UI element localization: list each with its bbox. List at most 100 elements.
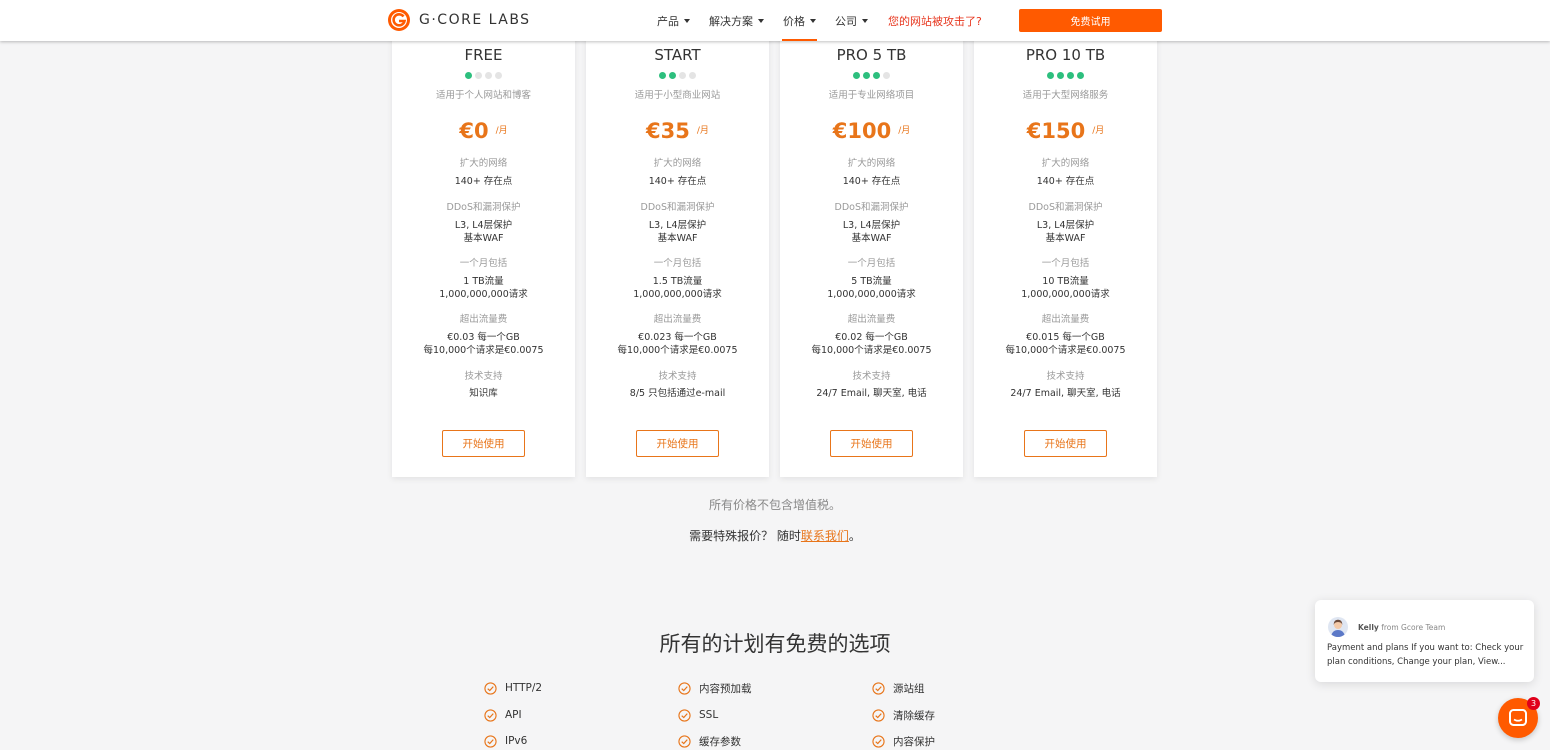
plan-card-start: START 适用于小型商业网站 €35 /月 扩大的网络 140+ 存在点 DD… xyxy=(586,0,769,477)
included-label: 一个月包括 xyxy=(1041,258,1090,269)
chat-message: Payment and plans If you want to: Check … xyxy=(1327,643,1524,667)
plan-card-free: FREE 适用于个人网站和博客 €0 /月 扩大的网络 140+ 存在点 DDo… xyxy=(392,0,575,477)
network-value: 140+ 存在点 xyxy=(454,176,513,187)
support-value: 24/7 Email, 聊天室, 电话 xyxy=(1010,388,1121,399)
free-trial-button[interactable]: 免费试用 xyxy=(1019,9,1162,32)
free-option-label: SSL xyxy=(699,709,719,721)
free-option-item: 清除缓存 xyxy=(872,708,935,722)
contact-line: 需要特殊报价？ 随时联系我们。 xyxy=(0,527,1550,544)
start-button[interactable]: 开始使用 xyxy=(636,430,719,457)
nav-solutions-label: 解决方案 xyxy=(709,14,753,28)
price-value: €35 xyxy=(646,119,690,143)
plan-price: €0 /月 xyxy=(392,118,575,144)
level-dot xyxy=(873,72,880,79)
nav-pricing[interactable]: 价格 xyxy=(782,0,817,41)
chevron-down-icon xyxy=(758,18,764,23)
contact-us-link[interactable]: 联系我们 xyxy=(801,529,849,543)
check-circle-icon xyxy=(872,734,885,748)
free-option-item: API xyxy=(484,708,522,722)
network-label: 扩大的网络 xyxy=(653,158,702,169)
check-circle-icon xyxy=(678,734,691,748)
support-label: 技术支持 xyxy=(464,371,503,382)
start-button[interactable]: 开始使用 xyxy=(830,430,913,457)
free-option-label: 源站组 xyxy=(893,682,925,695)
nav-solutions[interactable]: 解决方案 xyxy=(709,0,764,41)
price-unit: /月 xyxy=(495,126,508,136)
plan-card-pro-10tb: PRO 10 TB 适用于大型网络服务 €150 /月 扩大的网络 140+ 存… xyxy=(974,0,1157,477)
level-dot xyxy=(669,72,676,79)
gcore-logo-icon xyxy=(388,9,410,31)
overage-value-2: 每10,000个请求是€0.0075 xyxy=(811,345,932,356)
contact-suffix: 。 xyxy=(848,529,861,543)
network-label: 扩大的网络 xyxy=(459,158,508,169)
ddos-value-1: L3, L4层保护 xyxy=(454,220,513,231)
level-dot xyxy=(689,72,696,79)
chevron-down-icon xyxy=(810,18,816,23)
overage-value-1: €0.03 每一个GB xyxy=(447,332,520,343)
nav-company[interactable]: 公司 xyxy=(835,0,868,41)
price-value: €100 xyxy=(832,119,892,143)
agent-avatar xyxy=(1328,617,1348,637)
level-dot xyxy=(863,72,870,79)
level-dot xyxy=(1077,72,1084,79)
level-dot xyxy=(485,72,492,79)
ddos-value-1: L3, L4层保护 xyxy=(842,220,901,231)
logo-text: G·CORE LABS xyxy=(419,12,531,28)
included-value-2: 1,000,000,000请求 xyxy=(1021,289,1110,300)
support-label: 技术支持 xyxy=(1046,371,1085,382)
nav-products[interactable]: 产品 xyxy=(657,0,690,41)
included-value-2: 1,000,000,000请求 xyxy=(439,289,528,300)
nav-pricing-label: 价格 xyxy=(783,14,805,28)
level-dot xyxy=(1047,72,1054,79)
included-label: 一个月包括 xyxy=(459,258,508,269)
overage-value-2: 每10,000个请求是€0.0075 xyxy=(617,345,738,356)
contact-prefix: 需要特殊报价？ 随时 xyxy=(689,529,801,543)
check-circle-icon xyxy=(484,734,497,748)
free-option-label: HTTP/2 xyxy=(505,682,543,694)
start-button[interactable]: 开始使用 xyxy=(1024,430,1107,457)
chevron-down-icon xyxy=(684,18,690,23)
plan-card-pro-5tb: PRO 5 TB 适用于专业网络项目 €100 /月 扩大的网络 140+ 存在… xyxy=(780,0,963,477)
plan-description: 适用于专业网络项目 xyxy=(828,90,915,101)
check-circle-icon xyxy=(872,708,885,722)
ddos-label: DDoS和漏洞保护 xyxy=(834,202,909,213)
price-unit: /月 xyxy=(1092,126,1105,136)
plan-description: 适用于个人网站和博客 xyxy=(435,90,531,101)
ddos-value-2: 基本WAF xyxy=(1045,233,1086,244)
logo[interactable]: G·CORE LABS xyxy=(387,8,531,32)
top-header: G·CORE LABS 产品 解决方案 价格 公司 您的网站被攻击了? 免费试用 xyxy=(0,0,1550,41)
level-dot xyxy=(883,72,890,79)
plan-price: €35 /月 xyxy=(586,118,769,144)
level-dot xyxy=(1057,72,1064,79)
unread-count-badge: 3 xyxy=(1527,697,1540,710)
plan-level-dots xyxy=(974,72,1157,80)
plan-name: START xyxy=(654,46,701,64)
price-unit: /月 xyxy=(898,126,911,136)
chat-sender: Kelly from Gcore Team xyxy=(1358,623,1445,632)
free-option-item: 内容保护 xyxy=(872,734,935,748)
overage-value-2: 每10,000个请求是€0.0075 xyxy=(1005,345,1126,356)
level-dot xyxy=(1067,72,1074,79)
free-option-label: 内容保护 xyxy=(893,735,935,748)
chat-preview-card[interactable]: Kelly from Gcore Team Payment and plans … xyxy=(1315,600,1534,682)
start-button[interactable]: 开始使用 xyxy=(442,430,525,457)
support-label: 技术支持 xyxy=(658,371,697,382)
plan-description: 适用于小型商业网站 xyxy=(634,90,721,101)
vat-note: 所有价格不包含增值税。 xyxy=(708,498,841,512)
ddos-label: DDoS和漏洞保护 xyxy=(1028,202,1103,213)
ddos-value-2: 基本WAF xyxy=(657,233,698,244)
support-value: 8/5 只包括通过e-mail xyxy=(629,388,726,399)
level-dot xyxy=(659,72,666,79)
network-value: 140+ 存在点 xyxy=(1036,176,1095,187)
chevron-down-icon xyxy=(862,18,868,23)
plan-name: PRO 5 TB xyxy=(836,46,907,64)
included-value-2: 1,000,000,000请求 xyxy=(633,289,722,300)
nav-products-label: 产品 xyxy=(657,14,679,28)
network-value: 140+ 存在点 xyxy=(842,176,901,187)
included-value-1: 1 TB流量 xyxy=(463,276,504,287)
plan-price: €100 /月 xyxy=(780,118,963,144)
under-attack-link[interactable]: 您的网站被攻击了? xyxy=(888,13,982,29)
free-option-label: IPv6 xyxy=(505,735,528,747)
included-value-1: 5 TB流量 xyxy=(851,276,892,287)
check-circle-icon xyxy=(872,681,885,695)
